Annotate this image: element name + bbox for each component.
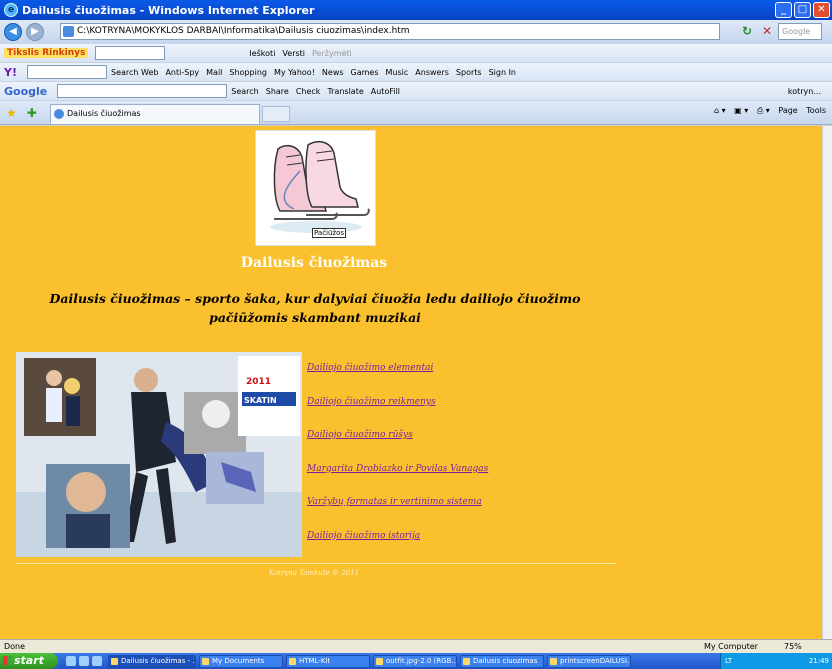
toolbar2-item-antispy[interactable]: Anti-Spy [165, 68, 199, 77]
page-footer: Kotryna Tamkute © 2011 [268, 569, 360, 577]
maximize-button[interactable]: □ [794, 2, 811, 18]
toolbar3-item-search[interactable]: Search [231, 87, 258, 96]
toolbar2-item-sports[interactable]: Sports [456, 68, 482, 77]
tab-bar: ★ ✚ Dailusis čiuožimas ⌂ ▾ ▣ ▾ ⎙ ▾ Page … [0, 101, 832, 125]
skates-image-label: Pačiūžos [312, 228, 347, 238]
windows-taskbar: start Dailusis čiuožimas - ... My Docume… [0, 653, 832, 669]
page-title: Dailusis čiuožimas [240, 255, 388, 271]
feeds-icon[interactable]: ▣ ▾ [734, 106, 748, 115]
windows-flag-icon [3, 656, 12, 665]
tab-dailusis-ciuozimas[interactable]: Dailusis čiuožimas [50, 104, 260, 124]
zoom-level[interactable]: 75% [784, 640, 802, 653]
toolbar2-item-music[interactable]: Music [386, 68, 409, 77]
toolbar2-item-news[interactable]: News [322, 68, 344, 77]
toolbar-rinkinys: Tikslis Rinkinys Ieškoti Versti Peržymėt… [0, 44, 832, 63]
command-bar: ⌂ ▾ ▣ ▾ ⎙ ▾ Page Tools [708, 106, 826, 116]
google-account[interactable]: kotryn... [788, 87, 821, 96]
toolbar2-item-games[interactable]: Games [351, 68, 379, 77]
tab-title: Dailusis čiuožimas [67, 109, 141, 118]
language-indicator[interactable]: LT [725, 657, 732, 665]
quicklaunch-icon[interactable] [66, 656, 76, 666]
collage-illustration: 2011 SKATIN [16, 352, 302, 557]
toolbar1-item-perzymeti[interactable]: Peržymėti [312, 49, 352, 58]
system-tray: LT 21:49 [720, 653, 832, 669]
toolbar1-item-versti[interactable]: Versti [282, 49, 305, 58]
toolbar2-item-signin[interactable]: Sign In [489, 68, 516, 77]
google-search-input[interactable] [57, 84, 228, 98]
task-printscreen[interactable]: printscreenDAILUSI... [547, 654, 631, 668]
task-ie[interactable]: Dailusis čiuožimas - ... [108, 654, 196, 668]
google-logo: Google [4, 84, 48, 98]
new-tab-button[interactable] [262, 106, 290, 122]
status-text: Done [4, 642, 26, 651]
task-html-kit[interactable]: HTML-Kit [286, 654, 370, 668]
task-folder[interactable]: Dailusis ciuozimas [460, 654, 544, 668]
ie-icon: e [4, 3, 18, 17]
close-button[interactable]: ✕ [813, 2, 830, 18]
link-varzybu-formatas[interactable]: Varžybų formatas ir vertinimo sistema [307, 497, 488, 507]
page-menu[interactable]: Page [778, 106, 797, 115]
toolbar3-item-share[interactable]: Share [266, 87, 289, 96]
refresh-icon[interactable]: ↻ [742, 24, 760, 40]
address-url: C:\KOTRYNA\MOKYKLOS DARBAI\Informatika\D… [77, 26, 410, 36]
task-my-documents[interactable]: My Documents [199, 654, 283, 668]
status-bar: Done My Computer 75% [0, 639, 832, 653]
toolbar-google: Google Search Share Check Translate Auto… [0, 82, 832, 101]
print-icon[interactable]: ⎙ ▾ [757, 106, 770, 115]
toolbar2-item-answers[interactable]: Answers [415, 68, 449, 77]
page-icon [63, 26, 74, 37]
yahoo-logo: Y! [4, 65, 17, 79]
tab-favicon [54, 109, 64, 119]
link-drobiazko-vanagas[interactable]: Margarita Drobiazko ir Povilas Vanagas [307, 464, 488, 474]
clock: 21:49 [808, 657, 829, 665]
address-bar-row: ◀ ▶ C:\KOTRYNA\MOKYKLOS DARBAI\Informati… [0, 20, 832, 44]
home-icon[interactable]: ⌂ ▾ [714, 106, 726, 115]
quicklaunch-icon[interactable] [92, 656, 102, 666]
rinkinys-logo: Tikslis Rinkinys [4, 48, 89, 58]
start-button[interactable]: start [0, 653, 58, 669]
yahoo-search-input[interactable] [26, 65, 107, 79]
page-content: Pačiūžos Dailusis čiuožimas Dailusis čiu… [0, 126, 822, 639]
tools-menu[interactable]: Tools [806, 106, 826, 115]
vertical-scrollbar[interactable] [822, 126, 832, 639]
forward-button[interactable]: ▶ [26, 23, 44, 41]
search-web-button[interactable]: Search Web [111, 68, 158, 77]
toolbar-yahoo: Y! Search Web Anti-Spy Mail Shopping My … [0, 63, 832, 82]
task-gimp[interactable]: outfit.jpg-2.0 (RGB... [373, 654, 457, 668]
toolbar3-item-translate[interactable]: Translate [327, 87, 363, 96]
toolbar2-item-myyahoo[interactable]: My Yahoo! [274, 68, 315, 77]
window-title: Dailusis čiuožimas - Windows Internet Ex… [22, 3, 315, 17]
address-input[interactable]: C:\KOTRYNA\MOKYKLOS DARBAI\Informatika\D… [60, 23, 720, 40]
svg-text:SKATIN: SKATIN [244, 396, 277, 405]
quicklaunch-icon[interactable] [79, 656, 89, 666]
toolbar1-item-ieskoti[interactable]: Ieškoti [249, 49, 275, 58]
toolbar2-item-shopping[interactable]: Shopping [229, 68, 267, 77]
security-zone: My Computer [704, 642, 758, 651]
window-titlebar: e Dailusis čiuožimas - Windows Internet … [0, 0, 832, 20]
link-reikmenys[interactable]: Dailiojo čiuožimo reikmenys [307, 397, 488, 407]
link-elementai[interactable]: Dailiojo čiuožimo elementai [307, 363, 488, 373]
minimize-button[interactable]: _ [775, 2, 792, 18]
svg-text:2011: 2011 [246, 377, 271, 387]
link-rusys[interactable]: Dailiojo čiuožimo rūšys [307, 430, 488, 440]
nav-links: Dailiojo čiuožimo elementai Dailiojo čiu… [307, 363, 488, 564]
start-label: start [14, 654, 44, 667]
favorites-star-icon[interactable]: ★ [6, 106, 17, 120]
quick-launch [66, 656, 102, 666]
stop-icon[interactable]: ✕ [762, 24, 778, 40]
toolbar3-item-autofill[interactable]: AutoFill [371, 87, 400, 96]
link-istorija[interactable]: Dailiojo čiuožimo istorija [307, 531, 488, 541]
page-subtitle: Dailusis čiuožimas – sporto šaka, kur da… [49, 291, 581, 325]
window-controls: _ □ ✕ [775, 2, 830, 18]
search-input[interactable]: Google [778, 23, 822, 40]
add-favorite-icon[interactable]: ✚ [27, 106, 37, 120]
skates-image: Pačiūžos [255, 130, 376, 246]
toolbar3-item-check[interactable]: Check [296, 87, 321, 96]
skaters-collage-image: 2011 SKATIN [16, 352, 302, 557]
back-button[interactable]: ◀ [4, 23, 22, 41]
toolbar2-item-mail[interactable]: Mail [206, 68, 222, 77]
rinkinys-search-input[interactable] [95, 46, 166, 60]
footer-divider [16, 563, 616, 564]
